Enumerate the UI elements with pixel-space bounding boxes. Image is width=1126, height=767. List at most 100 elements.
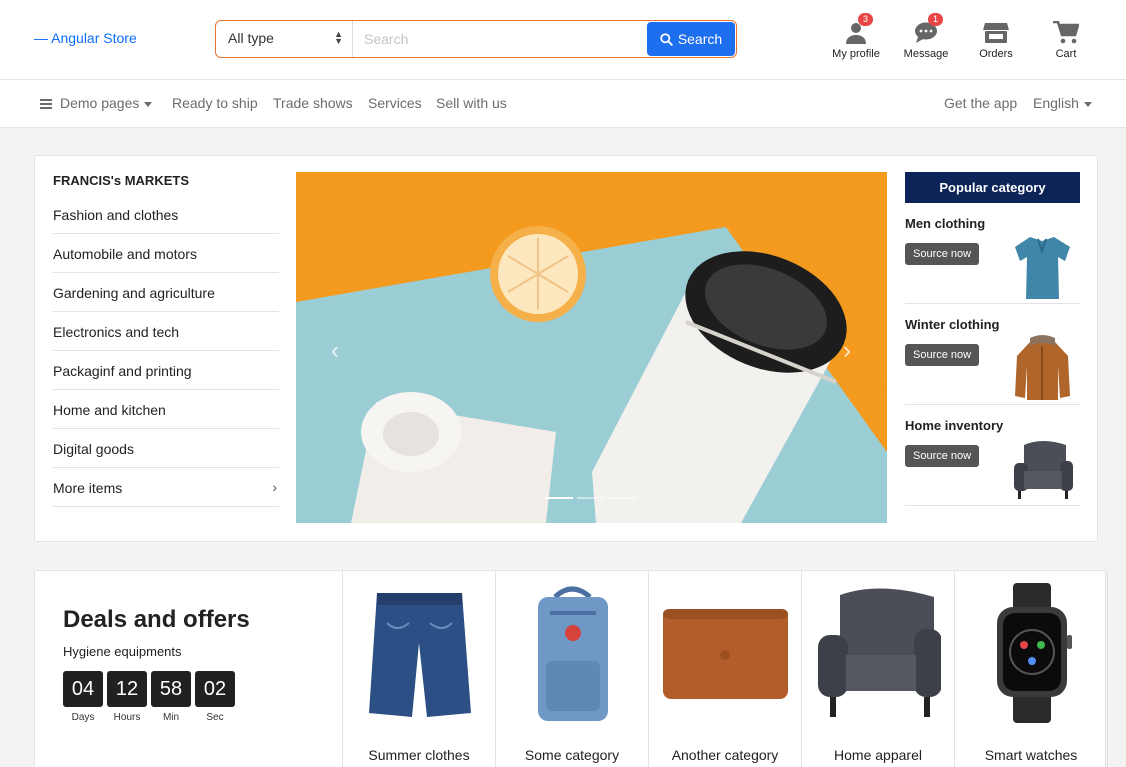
my-profile-label: My profile [832,48,880,60]
timer-days: 04 Days [63,671,103,723]
timer-hours: 12 Hours [107,671,147,723]
deal-item-some-category[interactable]: Some category [496,571,649,767]
category-item[interactable]: Gardening and agriculture [53,273,279,312]
demo-pages-dropdown[interactable]: Demo pages [40,95,153,111]
timer-value: 58 [151,671,191,707]
popular-item-home-inventory: Home inventory Source now [905,405,1080,506]
carousel-next-icon[interactable]: › [843,337,851,365]
deals-section: Deals and offers Hygiene equipments 04 Da… [34,570,1108,767]
deal-item-home-apparel[interactable]: Home apparel [802,571,955,767]
message-label: Message [903,48,949,60]
more-items-label: More items [53,480,123,496]
deal-item-smart-watches[interactable]: Smart watches [955,571,1108,767]
carousel-indicator-2[interactable] [577,497,605,499]
demo-pages-label: Demo pages [60,95,140,111]
deals-info: Deals and offers Hygiene equipments 04 Da… [35,571,343,767]
timer-unit: Days [71,712,95,723]
deal-item-another-category[interactable]: Another category [649,571,802,767]
search-input[interactable] [353,21,646,57]
message-badge: 1 [928,13,944,26]
message-link[interactable]: 1 Message [891,13,961,60]
nav-get-the-app[interactable]: Get the app [944,95,1017,111]
popular-item-title: Men clothing [905,216,986,231]
search-bar: All type ▲ ▼ Search [215,20,737,58]
deals-subtitle: Hygiene equipments [63,644,182,659]
deal-item-name: Another category [671,747,779,763]
carousel-slide-image [296,172,887,523]
timer-value: 04 [63,671,103,707]
my-profile-link[interactable]: 3 My profile [821,13,891,60]
carousel-prev-icon[interactable]: ‹ [331,337,339,365]
popular-item-title: Winter clothing [905,317,1000,332]
category-item-more[interactable]: More items › [53,468,279,507]
main-nav: Demo pages Ready to ship Trade shows Ser… [0,80,1126,128]
deal-item-name: Summer clothes [368,747,470,763]
category-item[interactable]: Home and kitchen [53,390,279,429]
winter-jacket-image [1015,335,1070,400]
language-label: English [1033,95,1079,111]
caret-down-icon [1083,101,1092,107]
deal-item-name: Some category [524,747,620,763]
deal-item-name: Smart watches [984,747,1078,763]
carousel-indicators [545,497,637,499]
timer-unit: Min [162,712,180,723]
countdown-timer: 04 Days 12 Hours 58 Min 02 Sec [63,671,235,723]
search-type-value: All type [228,30,274,46]
orders-link[interactable]: Orders [961,18,1031,60]
language-dropdown[interactable]: English [1033,95,1092,111]
orders-label: Orders [979,48,1013,60]
cart-link[interactable]: Cart [1031,18,1101,60]
carousel-indicator-3[interactable] [609,497,637,499]
nav-services[interactable]: Services [368,95,422,111]
search-icon [660,32,673,46]
nav-trade-shows[interactable]: Trade shows [273,95,353,111]
category-item[interactable]: Fashion and clothes [53,195,279,234]
timer-unit: Sec [206,712,224,723]
deal-item-name: Home apparel [834,747,922,763]
shorts-image [357,583,482,723]
header-actions: 3 My profile 1 Message Orders Cart [821,13,1101,60]
cart-label: Cart [1055,48,1077,60]
cart-icon [1053,21,1079,44]
source-now-button[interactable]: Source now [905,445,980,467]
caret-down-icon [144,101,153,107]
source-now-button[interactable]: Source now [905,243,980,265]
chevron-right-icon: › [272,479,277,495]
popular-category-panel: Popular category Men clothing Source now… [905,172,1080,506]
market-section: FRANCIS's MARKETS Fashion and clothes Au… [34,155,1098,542]
category-item[interactable]: Digital goods [53,429,279,468]
laptop-sleeve-image [663,583,788,723]
armchair-image [1014,441,1073,499]
market-title: FRANCIS's MARKETS [53,173,189,188]
hero-carousel[interactable]: ‹ › [296,172,887,523]
nav-ready-to-ship[interactable]: Ready to ship [172,95,258,111]
timer-unit: Hours [113,712,141,723]
timer-value: 12 [107,671,147,707]
brand-logo-link[interactable]: — Angular Store [34,30,137,46]
category-item[interactable]: Automobile and motors [53,234,279,273]
smartwatch-image [969,583,1094,723]
site-header: — Angular Store All type ▲▼ Search 3 My … [0,0,1126,80]
popular-item-winter-clothing: Winter clothing Source now [905,304,1080,405]
category-list: Fashion and clothes Automobile and motor… [53,195,279,507]
menu-icon [40,97,52,111]
search-button[interactable]: Search [647,22,735,56]
timer-seconds: 02 Sec [195,671,235,723]
timer-minutes: 58 Min [151,671,191,723]
search-button-label: Search [677,31,723,47]
armchair-image [816,583,941,723]
select-arrows-icon: ▲ ▼ [334,29,343,46]
deal-item-summer-clothes[interactable]: Summer clothes [343,571,496,767]
store-icon [983,23,1009,43]
popular-category-title: Popular category [905,172,1080,203]
category-item[interactable]: Electronics and tech [53,312,279,351]
carousel-indicator-1[interactable] [545,497,573,499]
search-type-select[interactable]: All type ▲ ▼ [216,21,353,57]
polo-shirt-image [1015,237,1070,299]
popular-item-title: Home inventory [905,418,1004,433]
category-item[interactable]: Packaginf and printing [53,351,279,390]
profile-badge: 3 [858,13,874,26]
nav-sell-with-us[interactable]: Sell with us [436,95,507,111]
timer-value: 02 [195,671,235,707]
source-now-button[interactable]: Source now [905,344,980,366]
